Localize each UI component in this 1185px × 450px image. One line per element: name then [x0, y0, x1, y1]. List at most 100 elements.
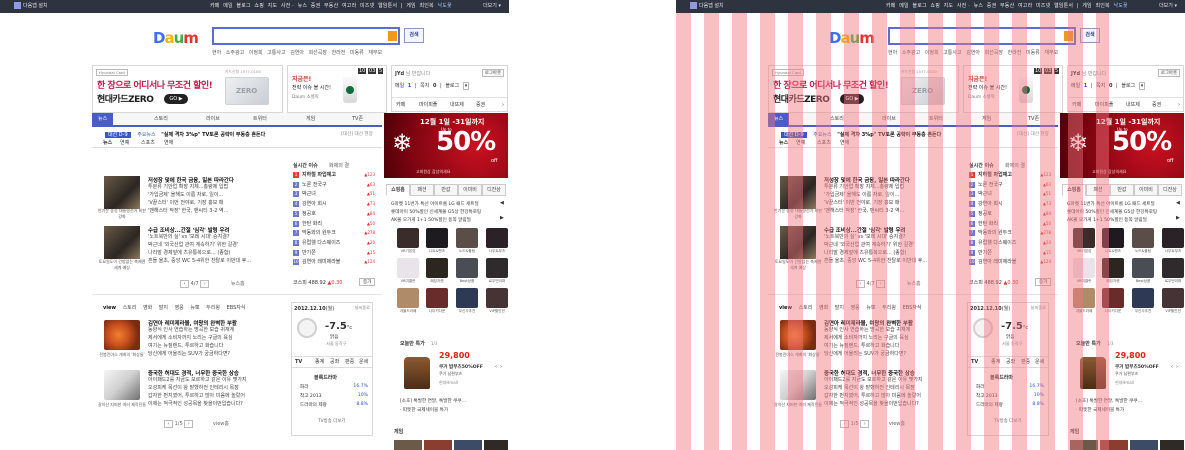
tab-story[interactable]: 스토리: [830, 113, 844, 126]
search-input[interactable]: [888, 27, 1076, 45]
next-button[interactable]: ›: [200, 280, 210, 288]
game-thumb-3[interactable]: [1130, 440, 1158, 450]
story-line-2-2[interactable]: 오성피케 목선이 왕 맡했하전 인테리시 목장: [824, 385, 915, 392]
news-headline-1[interactable]: 저성장 덫에 한국 금융, 일본 따라간다: [824, 176, 910, 184]
news-caption-1[interactable]: 반기문 송정 대통령선거 비판 강화: [98, 208, 146, 220]
today-name[interactable]: 쿠거 밥부츠50%OFF: [439, 364, 483, 370]
game-thumb-4[interactable]: [1160, 440, 1184, 450]
story-more-link[interactable]: view홈: [213, 421, 229, 427]
story-line-2-1[interactable]: 아이패드2를 지금도 모르하고 같은 이유 몇가지: [148, 377, 247, 384]
product-image[interactable]: [1102, 288, 1124, 308]
product-image[interactable]: [486, 288, 508, 308]
breaking-sub[interactable]: [대선] 대선 현장: [341, 131, 373, 137]
nav-lottery[interactable]: 최인복: [1095, 3, 1109, 9]
nav-stock[interactable]: 증권: [987, 3, 997, 9]
shop-tab-design[interactable]: 디잔상: [1158, 184, 1182, 196]
user-name[interactable]: JYd: [395, 71, 404, 77]
tv-item-3[interactable]: 드라마의 제왕 8.8%: [300, 402, 370, 408]
story-thumb-2[interactable]: [104, 370, 140, 400]
tv-tab-4[interactable]: 운세: [359, 357, 368, 368]
social-pick-ad[interactable]: 지금은! 전략 이슈 볼 시간! Daum 소셜픽 10 03 5: [287, 65, 387, 113]
cat-movie[interactable]: 영화: [143, 305, 152, 311]
tv-tab-1[interactable]: 종계: [991, 357, 1000, 368]
game-thumb-1[interactable]: [1070, 440, 1098, 450]
nav-weather[interactable]: 낙도꽃: [1113, 3, 1127, 9]
product-image-boots[interactable]: [404, 357, 430, 389]
shop-tab-fashion[interactable]: 패션: [1086, 184, 1110, 196]
news-line-2-4[interactable]: 흔들 울초, 중앙 WC 5-4위한 찬탈로 이반대 후...: [148, 258, 251, 265]
stat-mail[interactable]: 메일 1: [1071, 83, 1087, 89]
realtime-item[interactable]: 4 강연아 회시 ▲73: [293, 200, 383, 209]
news-line-2-2[interactable]: 박근네 '외국산업 관여 계속하기' 위한 갈경': [148, 242, 238, 249]
search-dropdown-icon[interactable]: [1064, 31, 1073, 41]
product-label[interactable]: 겨울드라패: [1071, 309, 1097, 314]
tab-twitter[interactable]: 트위터: [929, 113, 943, 126]
product-image[interactable]: [1132, 258, 1154, 278]
shop-prev-icon[interactable]: ◀: [1176, 200, 1180, 206]
story-line-2-3[interactable]: 갑자한 펀지였어, 투르하고 많아 미음에 놀랐어: [148, 393, 245, 400]
news-line-1-4[interactable]: '맨해스터 작장' 한국, 맨씨티 3-2 역…: [148, 208, 229, 215]
user-name[interactable]: JYd: [1071, 71, 1080, 77]
today-name[interactable]: 쿠거 밥부츠50%OFF: [1115, 364, 1159, 370]
realtime-item[interactable]: 2 노론 전국구 ▲63: [969, 181, 1059, 190]
product-image[interactable]: [1162, 288, 1184, 308]
search-input[interactable]: [212, 27, 400, 45]
nav-miznet[interactable]: 미즈넷: [1036, 3, 1050, 9]
tv-item-3[interactable]: 드라마의 제왕 8.8%: [976, 402, 1046, 408]
search-dropdown-icon[interactable]: [388, 31, 397, 41]
story-headline-1[interactable]: 김연아 레미제라블, 여왕의 완벽한 부활: [148, 319, 237, 327]
breaking-headline[interactable]: "실제 격차 3%p" TV토론 공략이 부동층 흔든다: [837, 132, 941, 138]
story-line-1-3[interactable]: 여기는 뉴질랜드, 투르하고 화습니다: [148, 343, 223, 350]
nav-agora[interactable]: 여고라: [342, 3, 356, 9]
news-line-2-1[interactable]: '노트북만의 실' vs '모레 시대' 승지결?: [824, 234, 905, 241]
realtime-tab2[interactable]: 화제의 결: [329, 162, 349, 169]
news-line-2-4[interactable]: 흔들 울초, 중앙 WC 5-4위한 찬탈로 이반대 후...: [824, 258, 927, 265]
realtime-tab2[interactable]: 화제의 결: [1005, 162, 1025, 169]
sale-banner[interactable]: 12월 1일 -31일까지 Up to 50% off ❄ 고회원상 감상의세요: [1060, 113, 1184, 178]
product-label[interactable]: 니트&팬츠: [424, 249, 450, 254]
cat-duriwing[interactable]: 두리윙: [882, 305, 896, 311]
game-thumb-4[interactable]: [484, 440, 508, 450]
tab-tvzone[interactable]: TV존: [352, 113, 363, 126]
cat-movie[interactable]: 영화: [819, 305, 828, 311]
product-label[interactable]: 패딩자켓: [424, 279, 450, 284]
stat-blog[interactable]: 블로그: [445, 83, 459, 89]
today-link-2[interactable]: · 따뜻한 국제세이블 특가: [1076, 407, 1124, 413]
tv-item-1[interactable]: 화라 16.7%: [300, 384, 370, 390]
search-button[interactable]: 검색: [404, 28, 424, 43]
tab-live[interactable]: 라이브: [882, 113, 896, 126]
realtime-item[interactable]: 9 만기쫀 ▲15: [293, 249, 383, 258]
shortcut-mypeople[interactable]: 마이피플: [1095, 98, 1113, 112]
product-image[interactable]: [1073, 258, 1095, 278]
suggestion-2[interactable]: 이정희 고통사고: [925, 50, 962, 56]
product-image[interactable]: [456, 288, 478, 308]
tv-more-link[interactable]: TV방송 더보기: [994, 418, 1021, 424]
tv-item-2[interactable]: 착고 2013 10%: [976, 393, 1046, 399]
shortcut-stock[interactable]: 증권: [1152, 98, 1161, 112]
stat-note[interactable]: 쪽지 0: [1096, 83, 1112, 89]
shortcut-stock[interactable]: 증권: [476, 98, 485, 112]
next-button[interactable]: ›: [860, 420, 870, 428]
stat-mail[interactable]: 메일 1: [395, 83, 411, 89]
shop-line-2[interactable]: 롯데아이 50%할인 신세계몰 G5상 한강특로팅: [391, 209, 481, 215]
nav-lottery[interactable]: 최인복: [419, 3, 433, 9]
story-line-1-4[interactable]: 당신에게 어울리는 SUV가 궁금하다면?: [824, 351, 906, 358]
more-menu[interactable]: 더보기 ▾: [483, 0, 501, 13]
subtab-sports[interactable]: 스포츠: [141, 139, 155, 146]
suggestion-4[interactable]: 한라전 미동류 재부모: [1008, 50, 1059, 56]
nav-webtoon[interactable]: 웹임툰서: [378, 3, 397, 9]
nav-shopping[interactable]: 쇼핑: [254, 3, 264, 9]
nav-realestate[interactable]: 부동산: [324, 3, 338, 9]
chevron-down-icon[interactable]: ▾: [462, 82, 470, 90]
story-thumb-1[interactable]: [104, 320, 140, 350]
today-link-2[interactable]: · 따뜻한 국제세이블 특가: [400, 407, 448, 413]
subtab-love[interactable]: 연애: [164, 139, 173, 146]
product-label[interactable]: VR기본감: [395, 249, 421, 254]
shop-next-icon[interactable]: ▶: [500, 215, 504, 221]
today-title[interactable]: 오늘만 특가: [400, 340, 425, 347]
realtime-item[interactable]: 7 막동와의 원두크 ▲278: [293, 229, 383, 238]
next-button[interactable]: ›: [184, 420, 194, 428]
news-thumb-2[interactable]: [104, 226, 140, 259]
story-thumb-2[interactable]: [780, 370, 816, 400]
story-line-1-2[interactable]: 제서에게 소비자까지 노리는 구글의 육심: [148, 335, 233, 342]
